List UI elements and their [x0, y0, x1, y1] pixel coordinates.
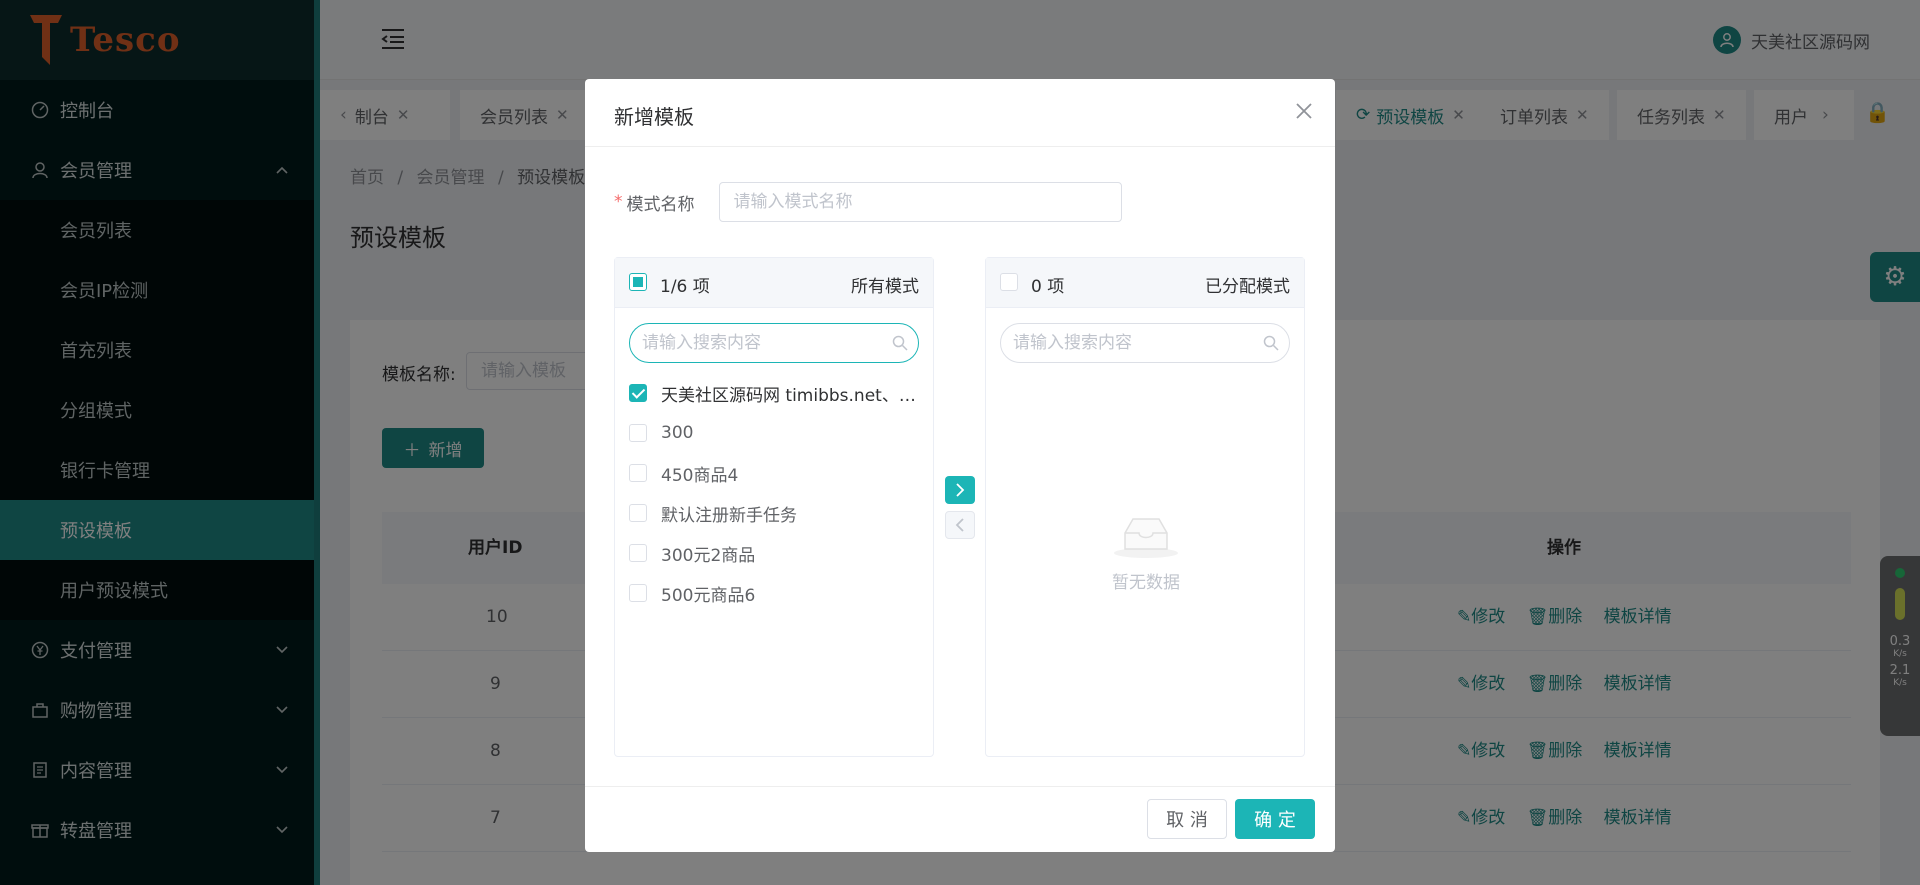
list-item[interactable]: 300元2商品	[629, 538, 929, 568]
add-template-dialog: 新增模板 * 模式名称 请输入模式名称 1/6 项 所有模式 请输入搜索内容 天…	[585, 79, 1335, 852]
name-form-row: * 模式名称 请输入模式名称	[614, 182, 1122, 222]
list-item[interactable]: 天美社区源码网 timibbs.net、timibbs.com、timibbs.…	[629, 378, 929, 408]
item-label: 默认注册新手任务	[661, 505, 797, 526]
target-title: 已分配模式	[1205, 277, 1290, 297]
source-count: 1/6 项	[660, 277, 710, 297]
empty-state: 暂无数据	[986, 513, 1306, 593]
search-icon	[1263, 324, 1279, 365]
chevron-right-icon	[956, 483, 965, 497]
item-checkbox[interactable]	[629, 504, 647, 522]
item-checkbox[interactable]	[629, 384, 647, 402]
empty-inbox-icon	[1114, 518, 1178, 558]
empty-text: 暂无数据	[1112, 573, 1180, 593]
item-label: 500元商品6	[661, 585, 756, 606]
name-label: 模式名称	[626, 194, 695, 215]
cancel-button[interactable]: 取 消	[1147, 799, 1227, 839]
confirm-button[interactable]: 确 定	[1235, 799, 1315, 839]
dialog-footer: 取 消 确 定	[585, 786, 1335, 852]
chevron-left-icon	[955, 518, 964, 532]
list-item[interactable]: 300	[629, 418, 929, 448]
target-search-input[interactable]: 请输入搜索内容	[1000, 323, 1290, 363]
template-name-input[interactable]: 请输入模式名称	[718, 182, 1122, 222]
dialog-title: 新增模板	[614, 105, 694, 129]
search-placeholder: 请输入搜索内容	[642, 333, 761, 353]
select-all-checkbox[interactable]	[1000, 273, 1018, 291]
item-checkbox[interactable]	[629, 424, 647, 442]
target-count: 0 项	[1031, 277, 1065, 297]
item-checkbox[interactable]	[629, 584, 647, 602]
move-left-button[interactable]	[945, 511, 975, 539]
required-mark: *	[614, 192, 623, 212]
search-icon	[892, 324, 908, 365]
close-icon[interactable]	[1295, 97, 1313, 125]
target-panel-header: 0 项 已分配模式	[986, 258, 1304, 308]
search-placeholder: 请输入搜索内容	[1013, 333, 1132, 353]
target-panel: 0 项 已分配模式 请输入搜索内容 暂无数据	[985, 257, 1305, 757]
source-panel-header: 1/6 项 所有模式	[615, 258, 933, 308]
list-item[interactable]: 500元商品6	[629, 578, 929, 608]
item-label: 天美社区源码网 timibbs.net、timibbs.com、timibbs.…	[661, 385, 919, 406]
item-label: 300	[661, 423, 694, 443]
source-title: 所有模式	[851, 277, 919, 297]
item-label: 300元2商品	[661, 545, 756, 566]
source-search-input[interactable]: 请输入搜索内容	[629, 323, 919, 363]
item-checkbox[interactable]	[629, 464, 647, 482]
list-item[interactable]: 默认注册新手任务	[629, 498, 929, 528]
source-panel: 1/6 项 所有模式 请输入搜索内容 天美社区源码网 timibbs.net、t…	[614, 257, 934, 757]
item-checkbox[interactable]	[629, 544, 647, 562]
dialog-header: 新增模板	[585, 79, 1335, 147]
item-label: 450商品4	[661, 465, 739, 486]
move-right-button[interactable]	[945, 476, 975, 504]
list-item[interactable]: 450商品4	[629, 458, 929, 488]
select-all-checkbox[interactable]	[629, 273, 647, 291]
